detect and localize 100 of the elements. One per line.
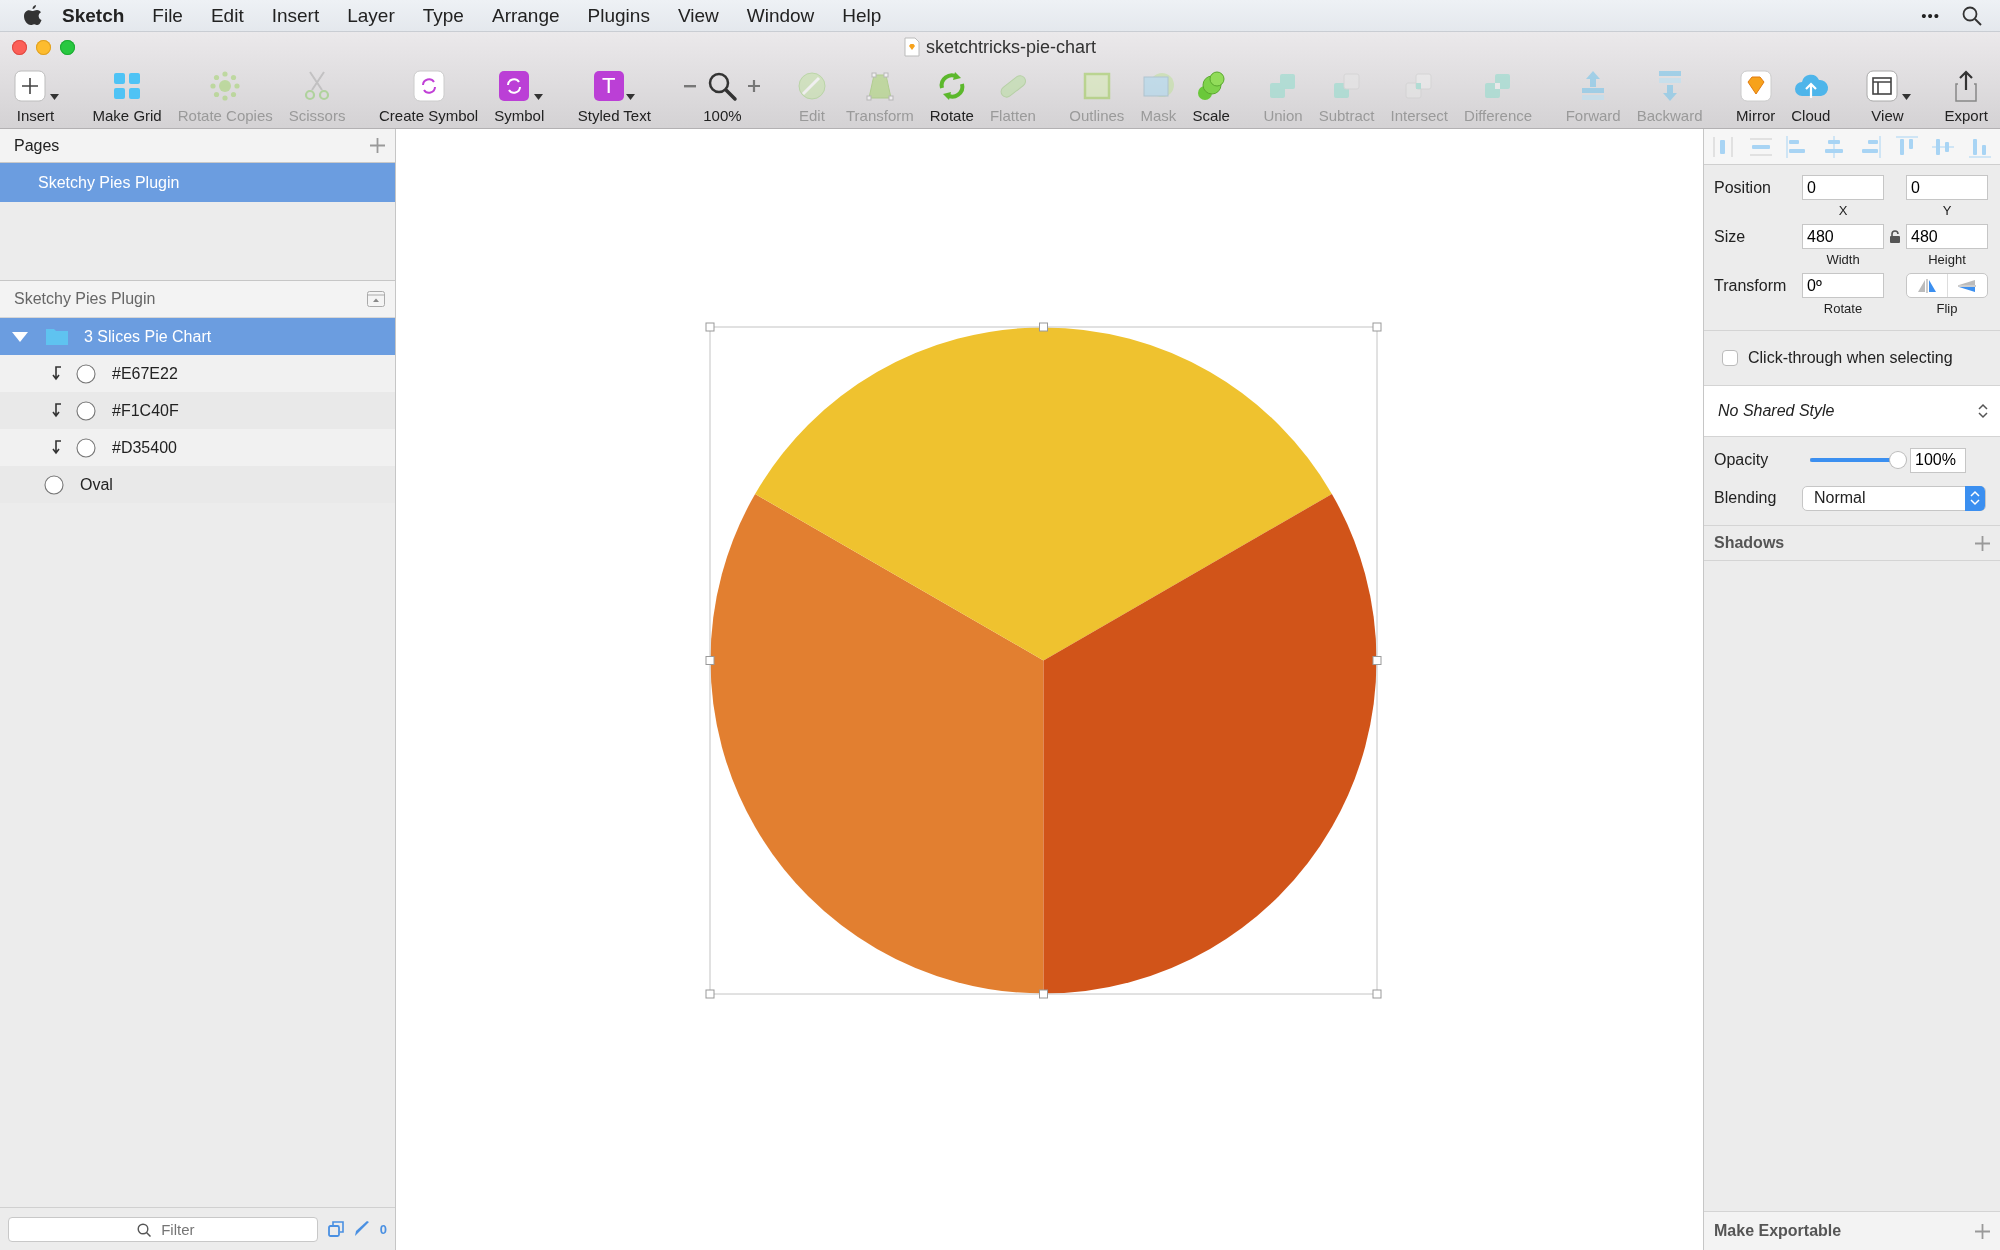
plus-icon [12,68,48,104]
lock-icon[interactable] [1890,230,1900,243]
add-export-icon[interactable] [1975,1223,1990,1239]
count-label: 0 [379,1221,387,1237]
pie-slice[interactable] [1043,494,1377,994]
resize-handle[interactable] [705,656,715,665]
section-title: Make Exportable [1714,1222,1842,1240]
flip-control[interactable] [1906,273,1988,298]
field-label: Position [1714,178,1772,197]
layer-name: #F1C40F [112,401,179,420]
pie-slice[interactable] [710,494,1044,994]
blending-select[interactable]: Normal [1802,485,1986,511]
menu-item[interactable]: View [663,4,733,27]
pie-slice[interactable] [755,328,1332,661]
search-icon [136,1222,151,1237]
menu-item[interactable]: Help [828,4,896,27]
cloud-button[interactable]: Cloud [1789,62,1833,128]
window-title: sketchtricks-pie-chart [925,36,1096,58]
more-menu[interactable]: ••• [1921,7,1940,24]
field-caption: Height [1928,252,1966,267]
layer-name: 3 Slices Pie Chart [84,327,212,346]
folder-icon [46,328,68,345]
resize-handle[interactable] [1039,989,1048,999]
zoom-level-button[interactable]: 100% [682,62,763,128]
oval-icon [76,437,96,458]
search-icon[interactable] [1962,5,1982,26]
menu-item[interactable]: Plugins [573,4,664,27]
y-field[interactable]: 0 [1906,175,1988,200]
styled-text-button[interactable]: T Styled Text [575,62,653,128]
x-field[interactable]: 0 [1802,175,1884,200]
menu-item[interactable]: Window [732,4,829,27]
rotate-button[interactable]: Rotate [927,62,976,128]
field-caption: Rotate [1823,301,1863,316]
mirror-button[interactable]: Mirror [1734,62,1778,128]
minimize-button[interactable] [36,39,51,55]
field-label: Transform [1714,276,1788,295]
panel-title: Pages [14,136,60,155]
height-field[interactable]: 480 [1906,224,1988,249]
oval-icon [76,363,96,384]
symbol-button[interactable]: Symbol [492,62,547,128]
rotate-field[interactable]: 0º [1802,273,1884,298]
shared-style-dropdown[interactable]: No Shared Style [1704,386,2000,437]
copies-icon[interactable] [327,1221,344,1237]
field-caption: X [1838,203,1848,218]
window-layout-icon [1863,68,1900,104]
zoom-out-icon[interactable] [684,84,697,88]
zoom-in-icon[interactable] [748,80,761,92]
symbol-icon [410,68,447,104]
oval-icon [44,474,64,495]
app-menu[interactable]: Sketch [42,4,139,27]
menu-item[interactable]: File [138,4,197,27]
field-caption: Y [1942,203,1952,218]
distribute-horizontal-icon[interactable] [1712,134,1736,159]
updown-chevron-icon [1970,490,1980,506]
menu-item[interactable]: Edit [196,4,258,27]
filter-field[interactable]: Filter [8,1216,318,1242]
field-label: Opacity [1714,451,1770,469]
section-title: Shadows [1714,534,1785,552]
collapse-icon[interactable] [367,291,385,307]
field-caption: Width [1826,252,1860,267]
create-symbol-button[interactable]: Create Symbol [377,62,481,128]
close-button[interactable] [12,39,27,55]
layer-name: Oval [80,475,113,494]
export-button[interactable]: Export [1942,62,1990,128]
scale-button[interactable]: Scale [1190,62,1232,128]
insert-button[interactable]: Insert [10,62,61,128]
menu-item[interactable]: Layer [333,4,409,27]
opacity-field[interactable]: 100% [1910,447,1966,473]
text-style-icon: T [593,71,624,101]
menu-item[interactable]: Arrange [477,4,574,27]
page-name: Sketchy Pies Plugin [14,290,156,308]
resize-handle[interactable] [705,989,715,999]
resize-handle[interactable] [1372,989,1382,999]
menu-item[interactable]: Type [408,4,478,27]
field-label: Size [1714,227,1747,246]
resize-handle[interactable] [1372,322,1382,332]
field-caption: Flip [1936,301,1958,316]
updown-chevron-icon [1978,403,1988,419]
document-icon [903,37,920,57]
menu-item[interactable]: Insert [257,4,334,27]
layer-name: #D35400 [112,438,177,457]
oval-icon [76,400,96,421]
layer-name: #E67E22 [112,364,178,383]
layer-row[interactable]: #E67E22 [0,355,395,392]
disclosure-triangle-icon[interactable] [12,330,28,343]
field-label: Blending [1714,489,1778,507]
resize-handle[interactable] [705,322,715,332]
resize-handle[interactable] [1372,656,1382,665]
brush-icon[interactable] [353,1221,370,1237]
resize-handle[interactable] [1039,322,1048,332]
make-grid-button[interactable]: Make Grid [90,62,164,128]
view-button[interactable]: View [1861,62,1913,128]
apple-icon[interactable] [24,5,42,26]
add-shadow-icon[interactable] [1975,535,1990,551]
checkbox[interactable] [1722,350,1738,366]
layer-row[interactable]: #D35400 [0,429,395,466]
add-page-icon[interactable] [370,138,385,153]
width-field[interactable]: 480 [1802,224,1884,249]
zoom-button[interactable] [60,39,75,55]
checkbox-label: Click-through when selecting [1748,349,1953,367]
